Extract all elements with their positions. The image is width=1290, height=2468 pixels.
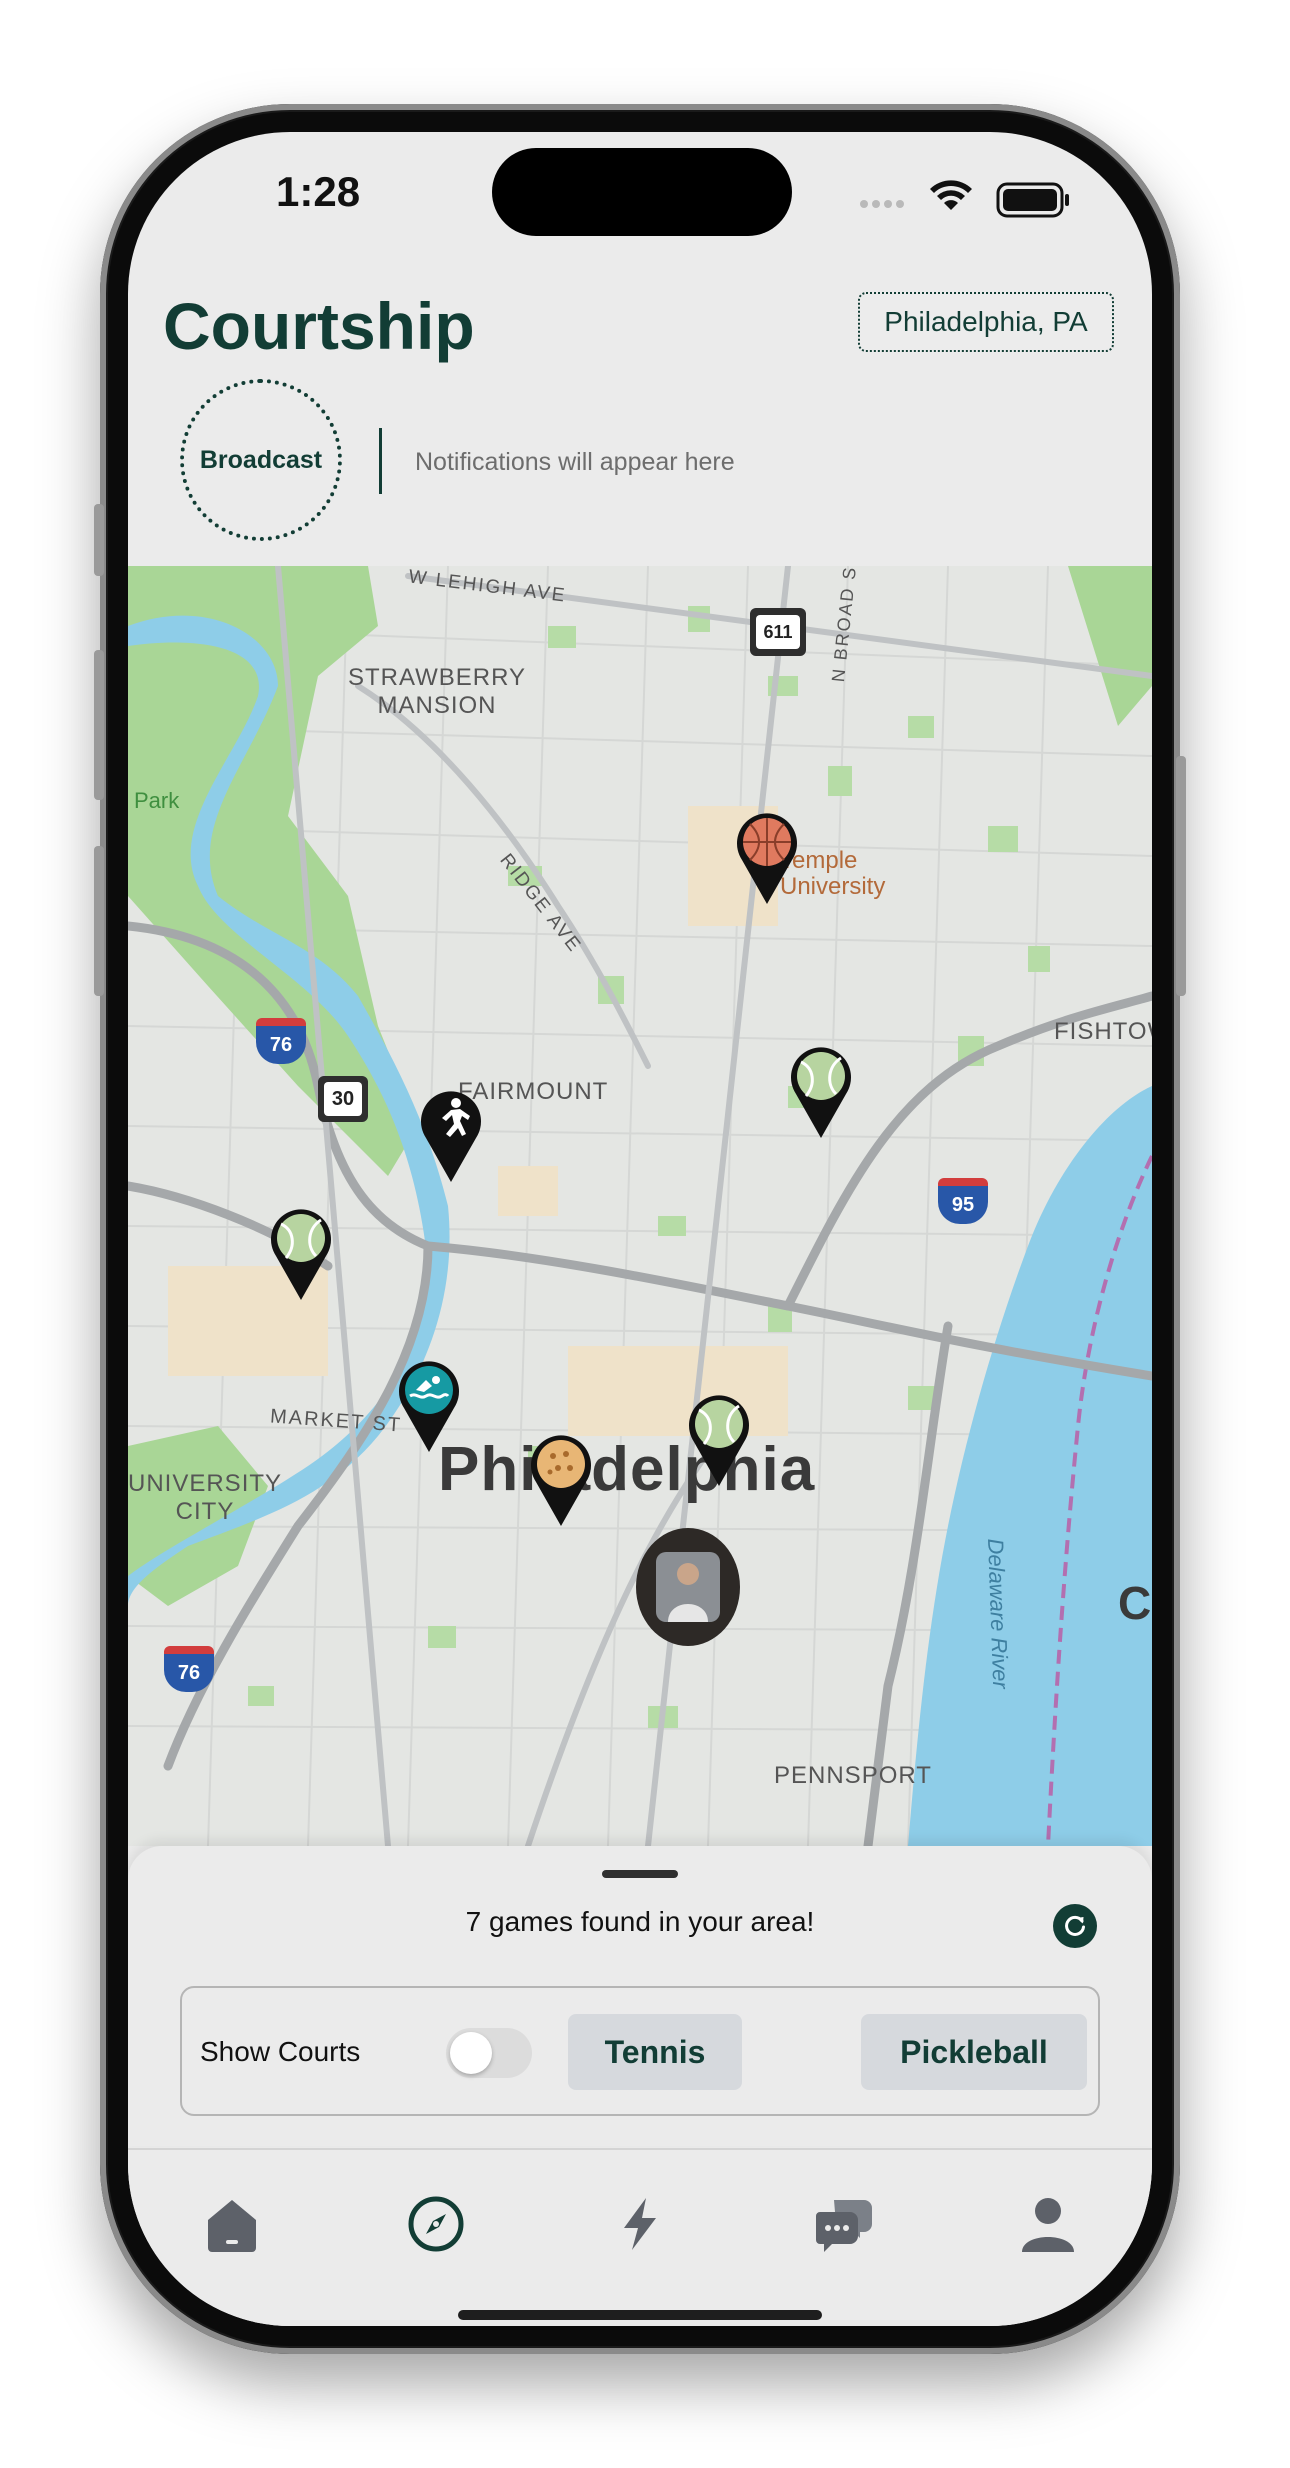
profile-icon[interactable] (1018, 2194, 1078, 2254)
notification-divider (379, 428, 382, 494)
map-label-strawberry-line2: MANSION (377, 692, 497, 719)
location-selector-button[interactable]: Philadelphia, PA (858, 292, 1114, 352)
chat-bubbles-icon[interactable] (814, 2194, 874, 2254)
status-bar: 1:28 (128, 132, 1152, 262)
toggle-knob (450, 2032, 492, 2074)
route-611-shield: 611 (750, 608, 806, 656)
status-icons (860, 180, 1069, 218)
home-indicator (458, 2310, 822, 2320)
map-label-university-city-line2: CITY (175, 1498, 235, 1525)
refresh-button[interactable] (1053, 1904, 1097, 1948)
phone-screen: 1:28 Courtship Philadelphia, PA Broadcas… (128, 132, 1152, 2326)
compass-icon[interactable] (406, 2194, 466, 2254)
map-label-university-city: UNIVERSITY CITY (128, 1470, 282, 1526)
game-pin-tennis-3[interactable] (686, 1392, 752, 1488)
swimmer-icon (405, 1366, 453, 1414)
map-label-pennsport: PENNSPORT (774, 1762, 932, 1789)
game-pin-running[interactable] (418, 1088, 484, 1184)
avatar (656, 1552, 720, 1622)
device-power-button (1176, 756, 1186, 996)
interstate-76-shield-south: 76 (164, 1646, 214, 1692)
map-label-city: Philadelphia (438, 1435, 816, 1504)
map-label-park: Park (134, 788, 180, 813)
map-label-strawberry-line1: STRAWBERRY (348, 664, 527, 691)
tab-bar (128, 2148, 1152, 2326)
dynamic-island (492, 148, 792, 236)
game-pin-tennis-1[interactable] (788, 1044, 854, 1140)
signal-icon (860, 200, 904, 208)
games-bottom-sheet: 7 games found in your area! Show Courts … (128, 1846, 1152, 2146)
us-30-shield: 30 (318, 1076, 368, 1122)
games-found-text: 7 games found in your area! (465, 1906, 815, 1937)
interstate-95-shield: 95 (938, 1178, 988, 1224)
broadcast-button[interactable]: Broadcast (180, 379, 342, 541)
user-location-avatar[interactable] (636, 1528, 740, 1646)
battery-icon (996, 182, 1069, 218)
sheet-grabber[interactable] (602, 1870, 678, 1878)
refresh-icon (1065, 1915, 1085, 1936)
show-courts-label: Show Courts (200, 2036, 361, 2067)
home-icon[interactable] (202, 2194, 262, 2254)
map-label-university-city-line1: UNIVERSITY (128, 1470, 283, 1497)
notifications-text: Notifications will appear here (415, 448, 735, 476)
us-30-number: 30 (324, 1082, 362, 1116)
map-view[interactable]: W LEHIGH AVE STRAWBERRY MANSION Park N B… (128, 566, 1152, 1846)
device-volume-down-button (94, 846, 104, 996)
pickleball-filter-button[interactable]: Pickleball (861, 2014, 1087, 2090)
interstate-76-shield-north: 76 (256, 1018, 306, 1064)
bolt-icon[interactable] (610, 2194, 670, 2254)
status-time: 1:28 (276, 168, 361, 215)
map-label-fishtown: FISHTOW (1054, 1018, 1152, 1045)
map-label-strawberry-mansion: STRAWBERRY MANSION (348, 664, 526, 720)
map-label-camden: Ca (1118, 1577, 1152, 1629)
tennis-filter-button[interactable]: Tennis (568, 2014, 742, 2090)
show-courts-toggle[interactable] (446, 2028, 532, 2078)
game-pin-swimming[interactable] (396, 1358, 462, 1454)
game-pin-tennis-2[interactable] (268, 1206, 334, 1302)
route-611-number: 611 (756, 615, 800, 649)
filter-panel: Show Courts Tennis Pickleball (180, 1986, 1100, 2116)
map-label-delaware-river: Delaware River (983, 1538, 1014, 1690)
app-title: Courtship (163, 289, 475, 363)
game-pin-basketball[interactable] (734, 810, 800, 906)
app-header: Courtship Philadelphia, PA (128, 262, 1152, 392)
wifi-icon (930, 180, 972, 210)
device-volume-up-button (94, 650, 104, 800)
game-pin-pickleball[interactable] (528, 1432, 594, 1528)
pickleball-icon (537, 1440, 585, 1488)
device-action-button (94, 504, 104, 576)
